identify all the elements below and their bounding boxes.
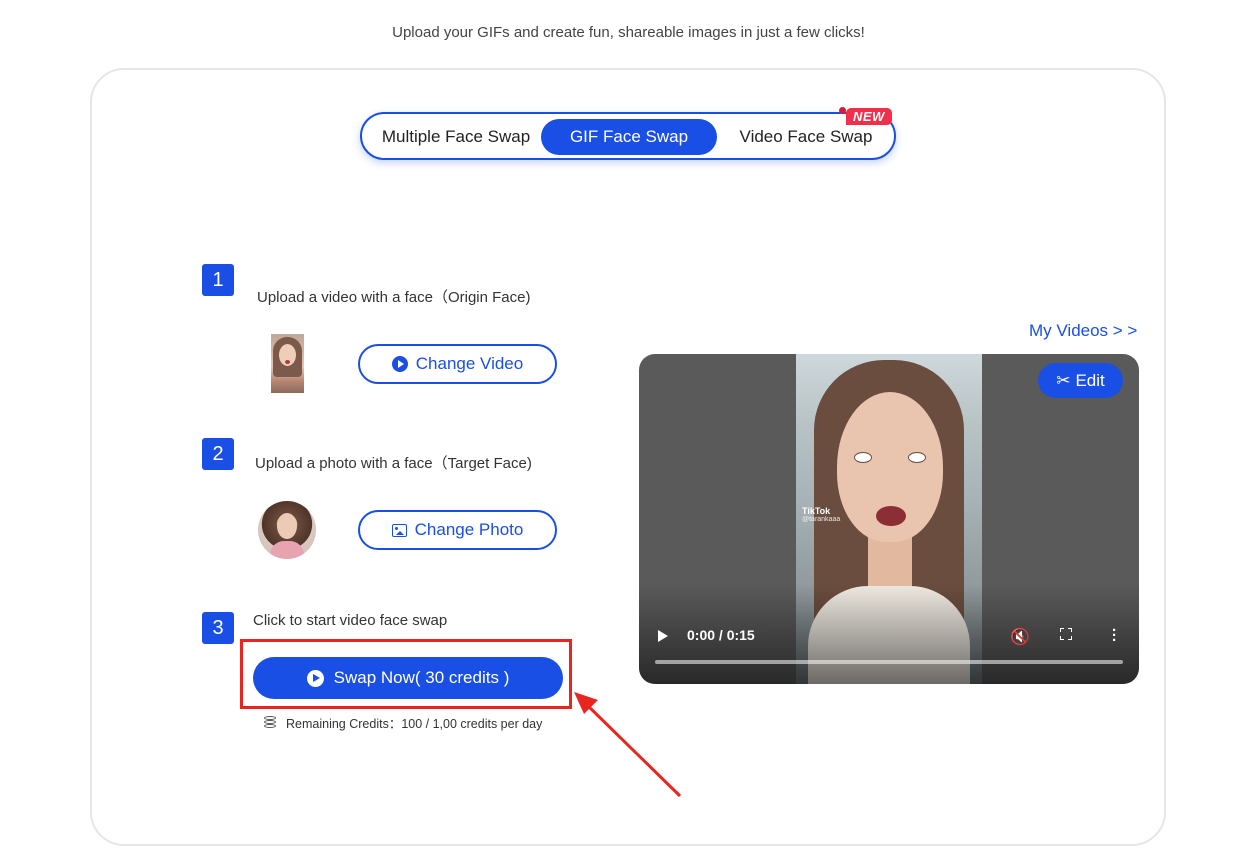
tab-gif-face-swap[interactable]: GIF Face Swap (541, 119, 717, 155)
my-videos-link[interactable]: My Videos > > (1029, 321, 1137, 341)
edit-label: Edit (1075, 370, 1105, 390)
change-photo-button[interactable]: Change Photo (358, 510, 557, 550)
origin-video-thumbnail (271, 334, 304, 393)
mute-icon[interactable]: 🔇 (1010, 627, 1030, 647)
tiktok-user: @tarankaaa (802, 516, 841, 523)
step-3-label: Click to start video face swap (253, 612, 448, 629)
step-1-number: 1 (202, 264, 234, 296)
video-time: 0:00 / 0:15 (687, 627, 755, 643)
tiktok-brand: TikTok (802, 506, 831, 516)
tab-multiple-face-swap[interactable]: Multiple Face Swap (370, 119, 542, 155)
pointer-arrow (574, 692, 682, 798)
coins-icon (264, 716, 278, 729)
play-circle-icon (391, 356, 408, 372)
edit-button[interactable]: ✂ Edit (1038, 363, 1123, 398)
new-badge-dot (839, 107, 846, 114)
remaining-credits-text: Remaining Credits：100 / 1,00 credits per… (286, 717, 543, 731)
step-1-label: Upload a video with a face（Origin Face) (257, 289, 531, 306)
remaining-credits: Remaining Credits：100 / 1,00 credits per… (264, 713, 542, 732)
more-options-icon[interactable]: · · · (1112, 623, 1117, 648)
step-2-label: Upload a photo with a face（Target Face) (255, 455, 532, 472)
scissors-icon: ✂ (1056, 370, 1071, 390)
swap-now-label: Swap Now( 30 credits ) (333, 668, 510, 687)
change-video-button[interactable]: Change Video (358, 344, 557, 384)
target-face-avatar (258, 501, 316, 559)
page-subtitle: Upload your GIFs and create fun, shareab… (392, 24, 865, 41)
mode-tabs: Multiple Face Swap GIF Face Swap Video F… (360, 112, 896, 160)
play-icon[interactable] (658, 630, 668, 642)
swap-now-button[interactable]: Swap Now( 30 credits ) (253, 657, 563, 699)
step-2-number: 2 (202, 438, 234, 470)
change-video-label: Change Video (415, 354, 524, 373)
step-3-number: 3 (202, 612, 234, 644)
new-badge: NEW (846, 108, 892, 125)
change-photo-label: Change Photo (414, 520, 524, 539)
video-progress-bar[interactable] (655, 660, 1123, 664)
play-icon (306, 669, 324, 687)
tiktok-watermark: TikTok @tarankaaa (802, 506, 840, 523)
image-icon (391, 523, 407, 537)
fullscreen-icon[interactable] (1060, 628, 1072, 640)
